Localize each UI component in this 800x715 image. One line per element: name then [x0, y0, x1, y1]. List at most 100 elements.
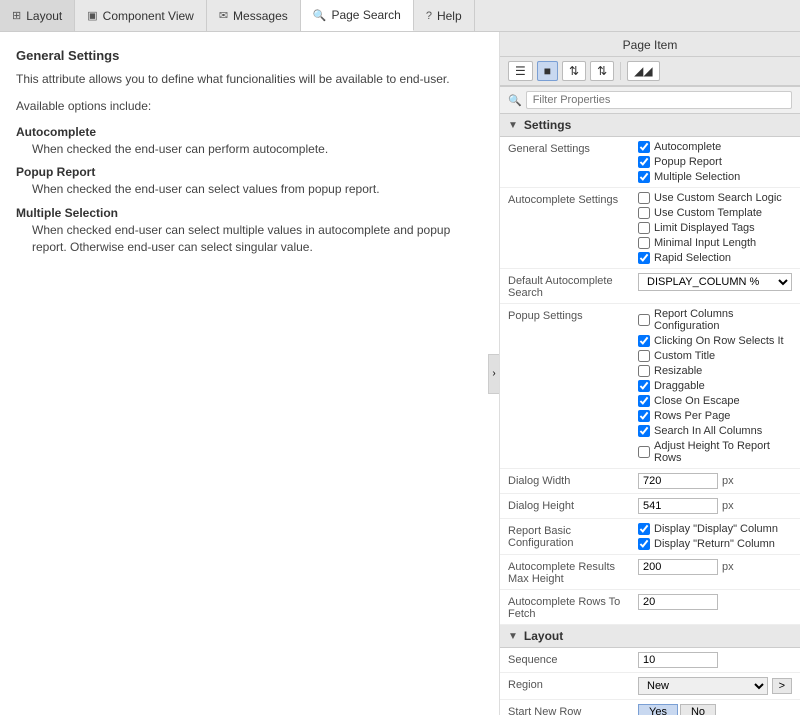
- align-justify-btn[interactable]: ⇅: [590, 61, 614, 81]
- rapid-selection-checkbox[interactable]: [638, 252, 650, 264]
- clicking-row-selects-it-checkbox[interactable]: [638, 335, 650, 347]
- filter-bar: 🔍: [500, 87, 800, 114]
- autocomplete-select-wrapper: DISPLAY_COLUMN %: [638, 273, 792, 291]
- popup-settings-label: Popup Settings: [508, 308, 638, 322]
- autocomplete-search-select[interactable]: DISPLAY_COLUMN %: [638, 273, 792, 291]
- left-panel: General Settings This attribute allows y…: [0, 32, 500, 715]
- rows-per-page-item[interactable]: Rows Per Page: [638, 410, 792, 422]
- adjust-height-item[interactable]: Adjust Height To Report Rows: [638, 440, 792, 464]
- autocomplete-max-height-input[interactable]: [638, 559, 718, 575]
- custom-title-label: Custom Title: [654, 350, 715, 362]
- popup-report-checkbox[interactable]: [638, 156, 650, 168]
- custom-search-logic-checkbox-item[interactable]: Use Custom Search Logic: [638, 192, 792, 204]
- autocomplete-checkbox-label: Autocomplete: [654, 141, 721, 153]
- custom-template-checkbox[interactable]: [638, 207, 650, 219]
- rapid-selection-label: Rapid Selection: [654, 252, 731, 264]
- draggable-item[interactable]: Draggable: [638, 380, 792, 392]
- general-settings-label: General Settings: [508, 141, 638, 155]
- multiple-selection-section-title: Multiple Selection: [16, 206, 483, 220]
- tab-page-search-label: Page Search: [331, 8, 400, 22]
- custom-title-checkbox[interactable]: [638, 350, 650, 362]
- custom-search-logic-checkbox[interactable]: [638, 192, 650, 204]
- align-right-btn[interactable]: ⇅: [562, 61, 586, 81]
- start-new-row-value: Yes No: [638, 704, 792, 715]
- right-toolbar: ☰ ■ ⇅ ⇅ ◢◢: [500, 57, 800, 86]
- autocomplete-rows-row: Autocomplete Rows To Fetch: [500, 590, 800, 625]
- custom-title-item[interactable]: Custom Title: [638, 350, 792, 362]
- settings-section-label: Settings: [524, 118, 571, 132]
- dialog-width-value: px: [638, 473, 792, 489]
- rows-per-page-label: Rows Per Page: [654, 410, 730, 422]
- autocomplete-settings-checkboxes: Use Custom Search Logic Use Custom Templ…: [638, 192, 792, 264]
- autocomplete-checkbox[interactable]: [638, 141, 650, 153]
- limit-displayed-tags-checkbox-item[interactable]: Limit Displayed Tags: [638, 222, 792, 234]
- dialog-height-row: Dialog Height px: [500, 494, 800, 519]
- autocomplete-max-height-unit: px: [722, 561, 734, 573]
- default-autocomplete-value: DISPLAY_COLUMN %: [638, 273, 792, 291]
- autocomplete-max-height-label: Autocomplete Results Max Height: [508, 559, 638, 585]
- display-column-checkbox[interactable]: [638, 523, 650, 535]
- layout-section-header[interactable]: ▼ Layout: [500, 625, 800, 648]
- autocomplete-rows-input[interactable]: [638, 594, 718, 610]
- more-options-btn[interactable]: ◢◢: [627, 61, 659, 81]
- multiple-selection-checkbox-item[interactable]: Multiple Selection: [638, 171, 792, 183]
- search-all-columns-item[interactable]: Search In All Columns: [638, 425, 792, 437]
- yes-no-group: Yes No: [638, 704, 792, 715]
- close-on-escape-item[interactable]: Close On Escape: [638, 395, 792, 407]
- return-column-item[interactable]: Display "Return" Column: [638, 538, 792, 550]
- sequence-input[interactable]: [638, 652, 718, 668]
- general-settings-row: General Settings Autocomplete Popup Repo…: [500, 137, 800, 188]
- resizable-item[interactable]: Resizable: [638, 365, 792, 377]
- draggable-checkbox[interactable]: [638, 380, 650, 392]
- minimal-input-length-checkbox-item[interactable]: Minimal Input Length: [638, 237, 792, 249]
- rapid-selection-checkbox-item[interactable]: Rapid Selection: [638, 252, 792, 264]
- tab-messages[interactable]: ✉ Messages: [207, 0, 301, 31]
- report-columns-config-checkbox[interactable]: [638, 314, 650, 326]
- clicking-row-selects-it-item[interactable]: Clicking On Row Selects It: [638, 335, 792, 347]
- tab-component-view[interactable]: ▣ Component View: [75, 0, 207, 31]
- close-on-escape-checkbox[interactable]: [638, 395, 650, 407]
- tab-page-search[interactable]: 🔍 Page Search: [301, 0, 414, 31]
- tab-help[interactable]: ? Help: [414, 0, 475, 31]
- region-row: Region New >: [500, 673, 800, 700]
- yes-button[interactable]: Yes: [638, 704, 678, 715]
- rows-per-page-checkbox[interactable]: [638, 410, 650, 422]
- limit-displayed-tags-checkbox[interactable]: [638, 222, 650, 234]
- autocomplete-section-title: Autocomplete: [16, 125, 483, 139]
- region-value: New >: [638, 677, 792, 695]
- dialog-width-label: Dialog Width: [508, 473, 638, 487]
- align-left-btn[interactable]: ☰: [508, 61, 533, 81]
- right-header: Page Item ☰ ■ ⇅ ⇅ ◢◢: [500, 32, 800, 87]
- return-column-label: Display "Return" Column: [654, 538, 775, 550]
- tab-layout[interactable]: ⊞ Layout: [0, 0, 75, 31]
- dialog-width-input[interactable]: [638, 473, 718, 489]
- dialog-width-input-group: px: [638, 473, 792, 489]
- autocomplete-rows-label: Autocomplete Rows To Fetch: [508, 594, 638, 620]
- resizable-checkbox[interactable]: [638, 365, 650, 377]
- report-basic-config-label: Report Basic Configuration: [508, 523, 638, 549]
- multiple-selection-checkbox[interactable]: [638, 171, 650, 183]
- filter-input[interactable]: [526, 91, 792, 109]
- no-button[interactable]: No: [680, 704, 716, 715]
- autocomplete-checkbox-item[interactable]: Autocomplete: [638, 141, 792, 153]
- dialog-height-value: px: [638, 498, 792, 514]
- adjust-height-checkbox[interactable]: [638, 446, 650, 458]
- report-columns-config-item[interactable]: Report Columns Configuration: [638, 308, 792, 332]
- search-all-columns-checkbox[interactable]: [638, 425, 650, 437]
- region-select[interactable]: New: [638, 677, 768, 695]
- layout-chevron-icon: ▼: [508, 631, 518, 642]
- popup-report-checkbox-item[interactable]: Popup Report: [638, 156, 792, 168]
- region-navigate-btn[interactable]: >: [772, 678, 792, 694]
- return-column-checkbox[interactable]: [638, 538, 650, 550]
- minimal-input-length-checkbox[interactable]: [638, 237, 650, 249]
- autocomplete-max-height-row: Autocomplete Results Max Height px: [500, 555, 800, 590]
- dialog-height-input[interactable]: [638, 498, 718, 514]
- autocomplete-max-height-value: px: [638, 559, 792, 575]
- align-center-btn[interactable]: ■: [537, 61, 558, 81]
- component-view-icon: ▣: [87, 9, 97, 22]
- autocomplete-settings-label: Autocomplete Settings: [508, 192, 638, 206]
- custom-template-checkbox-item[interactable]: Use Custom Template: [638, 207, 792, 219]
- collapse-arrow[interactable]: ›: [488, 354, 500, 394]
- display-column-item[interactable]: Display "Display" Column: [638, 523, 792, 535]
- settings-section-header[interactable]: ▼ Settings: [500, 114, 800, 137]
